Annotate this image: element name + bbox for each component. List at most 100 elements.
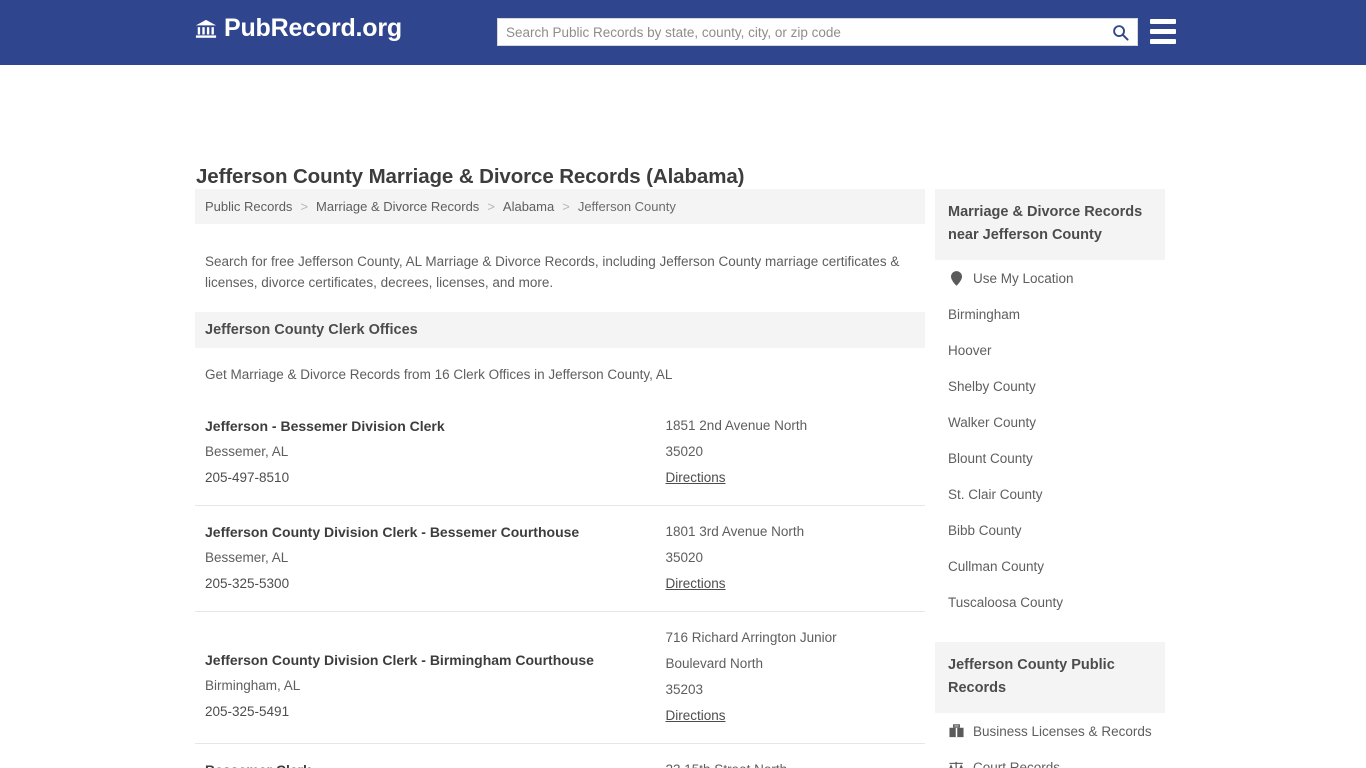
list-item: Bibb County: [948, 512, 1152, 548]
sidebar: Marriage & Divorce Records near Jefferso…: [935, 189, 1165, 768]
clerk-office-name[interactable]: Jefferson County Division Clerk - Birmin…: [205, 647, 666, 673]
clerk-office-info: Jefferson County Division Clerk - Birmin…: [205, 625, 666, 729]
breadcrumb-separator: >: [562, 199, 570, 214]
section-heading: Jefferson County Clerk Offices: [195, 311, 925, 348]
clerk-office-phone[interactable]: 205-497-8510: [205, 465, 666, 491]
balance-scale-icon: [948, 759, 964, 768]
clerk-office-city: Bessemer, AL: [205, 549, 289, 565]
nearby-records-title: Marriage & Divorce Records near Jefferso…: [948, 204, 1143, 243]
list-item: Tuscaloosa County: [948, 584, 1152, 620]
nearby-link-1[interactable]: Use My Location: [948, 260, 1152, 296]
clerk-office-street: 716 Richard Arrington Junior: [665, 629, 837, 645]
nearby-link-2[interactable]: Birmingham: [948, 296, 1152, 332]
site-header: PubRecord.org: [0, 0, 1366, 65]
clerk-office-info: Jefferson County Division Clerk - Bessem…: [205, 519, 666, 597]
clerk-office-zip: 35020: [665, 443, 704, 459]
breadcrumb-item-2[interactable]: Marriage & Divorce Records: [316, 199, 479, 214]
briefcase-icon: [948, 723, 964, 739]
nearby-link-label: Birmingham: [948, 306, 1021, 322]
directions-link[interactable]: Directions: [666, 571, 726, 597]
clerk-office-name[interactable]: Bessemer Clerk: [205, 757, 666, 768]
clerk-office-street: 1801 3rd Avenue North: [665, 523, 805, 539]
clerk-office-zip: 35020: [665, 549, 704, 565]
nearby-link-label: Tuscaloosa County: [948, 594, 1064, 610]
site-logo-text: PubRecord.org: [224, 14, 402, 42]
clerk-office-name[interactable]: Jefferson - Bessemer Division Clerk: [205, 413, 666, 439]
nearby-link-label: Use My Location: [973, 270, 1074, 286]
clerk-office-address: 1801 3rd Avenue North 35020 Directions: [666, 519, 915, 597]
public-records-title: Jefferson County Public Records: [948, 657, 1115, 696]
clerk-office-street: 1851 2nd Avenue North: [665, 417, 808, 433]
clerk-office-phone[interactable]: 205-325-5300: [205, 571, 666, 597]
breadcrumb-item-3[interactable]: Alabama: [503, 199, 554, 214]
list-item: Use My Location: [948, 260, 1152, 296]
list-item: Hoover: [948, 332, 1152, 368]
list-item: Cullman County: [948, 548, 1152, 584]
main-content-column: Public Records > Marriage & Divorce Record…: [195, 189, 925, 768]
nearby-link-8[interactable]: Bibb County: [948, 512, 1152, 548]
nearby-link-9[interactable]: Cullman County: [948, 548, 1152, 584]
list-item: Shelby County: [948, 368, 1152, 404]
public-record-link-1[interactable]: Business Licenses & Records: [948, 713, 1152, 749]
search-icon: [1112, 24, 1129, 41]
public-record-link-2[interactable]: Court Records: [948, 749, 1152, 768]
list-item: Walker County: [948, 404, 1152, 440]
clerk-office-zip: 35203: [665, 681, 704, 697]
breadcrumb-separator: >: [300, 199, 309, 214]
menu-bar-1: [1150, 19, 1176, 24]
clerk-office-info: Jefferson - Bessemer Division Clerk Besse…: [205, 413, 666, 491]
nearby-link-label: Shelby County: [948, 378, 1036, 394]
nearby-link-label: Hoover: [948, 342, 992, 358]
map-pin-icon: [948, 270, 964, 286]
breadcrumb: Public Records > Marriage & Divorce Record…: [195, 189, 925, 224]
menu-bar-2: [1150, 29, 1176, 34]
list-item: Birmingham: [948, 296, 1152, 332]
nearby-link-3[interactable]: Hoover: [948, 332, 1152, 368]
clerk-office-address: 1851 2nd Avenue North 35020 Directions: [666, 413, 915, 491]
hamburger-menu-icon[interactable]: [1150, 19, 1176, 44]
clerk-office-info: Bessemer ClerkBessemer, AL205-426-8602: [205, 757, 666, 768]
page-title: Jefferson County Marriage & Divorce Reco…: [196, 164, 745, 188]
list-item: Business Licenses & Records: [948, 713, 1152, 749]
directions-link[interactable]: Directions: [666, 465, 726, 491]
search-bar[interactable]: [497, 18, 1138, 46]
nearby-link-label: Walker County: [948, 414, 1037, 430]
nearby-link-label: Cullman County: [948, 558, 1045, 574]
public-record-link-label: Business Licenses & Records: [973, 723, 1152, 739]
breadcrumb-item-1[interactable]: Public Records: [205, 199, 292, 214]
nearby-link-5[interactable]: Walker County: [948, 404, 1152, 440]
menu-bar-3: [1150, 39, 1176, 44]
breadcrumb-item-4: Jefferson County: [577, 199, 676, 214]
nearby-link-label: Blount County: [948, 450, 1033, 466]
nearby-link-6[interactable]: Blount County: [948, 440, 1152, 476]
list-item: St. Clair County: [948, 476, 1152, 512]
clerk-office-row: Jefferson County Division Clerk - Bessem…: [195, 504, 925, 611]
directions-link[interactable]: Directions: [666, 703, 726, 729]
clerk-office-row: Jefferson - Bessemer Division Clerk Besse…: [195, 400, 925, 505]
breadcrumb-separator: >: [487, 199, 495, 214]
clerk-office-city: Birmingham, AL: [205, 677, 301, 693]
clerk-office-name[interactable]: Jefferson County Division Clerk - Bessem…: [205, 519, 666, 545]
clerk-office-phone[interactable]: 205-325-5491: [205, 699, 666, 725]
public-records-box: Jefferson County Public Records: [935, 642, 1165, 713]
list-item: Blount County: [948, 440, 1152, 476]
bank-icon: [195, 19, 217, 38]
nearby-link-7[interactable]: St. Clair County: [948, 476, 1152, 512]
search-button[interactable]: [1103, 19, 1137, 45]
nearby-records-list: Use My Location Birmingham Hoover Shelby Co…: [935, 260, 1165, 620]
clerk-office-address: 23 15th Street North35020Directions: [666, 757, 915, 768]
clerk-office-street-line2: Boulevard North: [665, 655, 764, 671]
nearby-link-10[interactable]: Tuscaloosa County: [948, 584, 1152, 620]
list-item: Court Records: [948, 749, 1152, 768]
nearby-link-4[interactable]: Shelby County: [948, 368, 1152, 404]
clerk-office-city: Bessemer, AL: [205, 443, 289, 459]
clerk-office-street: 23 15th Street North: [666, 757, 915, 768]
clerk-office-list: Jefferson - Bessemer Division Clerk Besse…: [195, 400, 925, 768]
nearby-records-box: Marriage & Divorce Records near Jefferso…: [935, 189, 1165, 260]
search-input[interactable]: [498, 19, 1103, 45]
site-logo-link[interactable]: PubRecord.org: [195, 16, 402, 41]
clerk-office-address: 716 Richard Arrington Junior Boulevard No…: [666, 625, 915, 729]
public-records-list: Business Licenses & Records Court Records…: [935, 713, 1165, 768]
nearby-link-label: St. Clair County: [948, 486, 1043, 502]
clerk-office-row: Bessemer ClerkBessemer, AL205-426-860223…: [195, 742, 925, 768]
